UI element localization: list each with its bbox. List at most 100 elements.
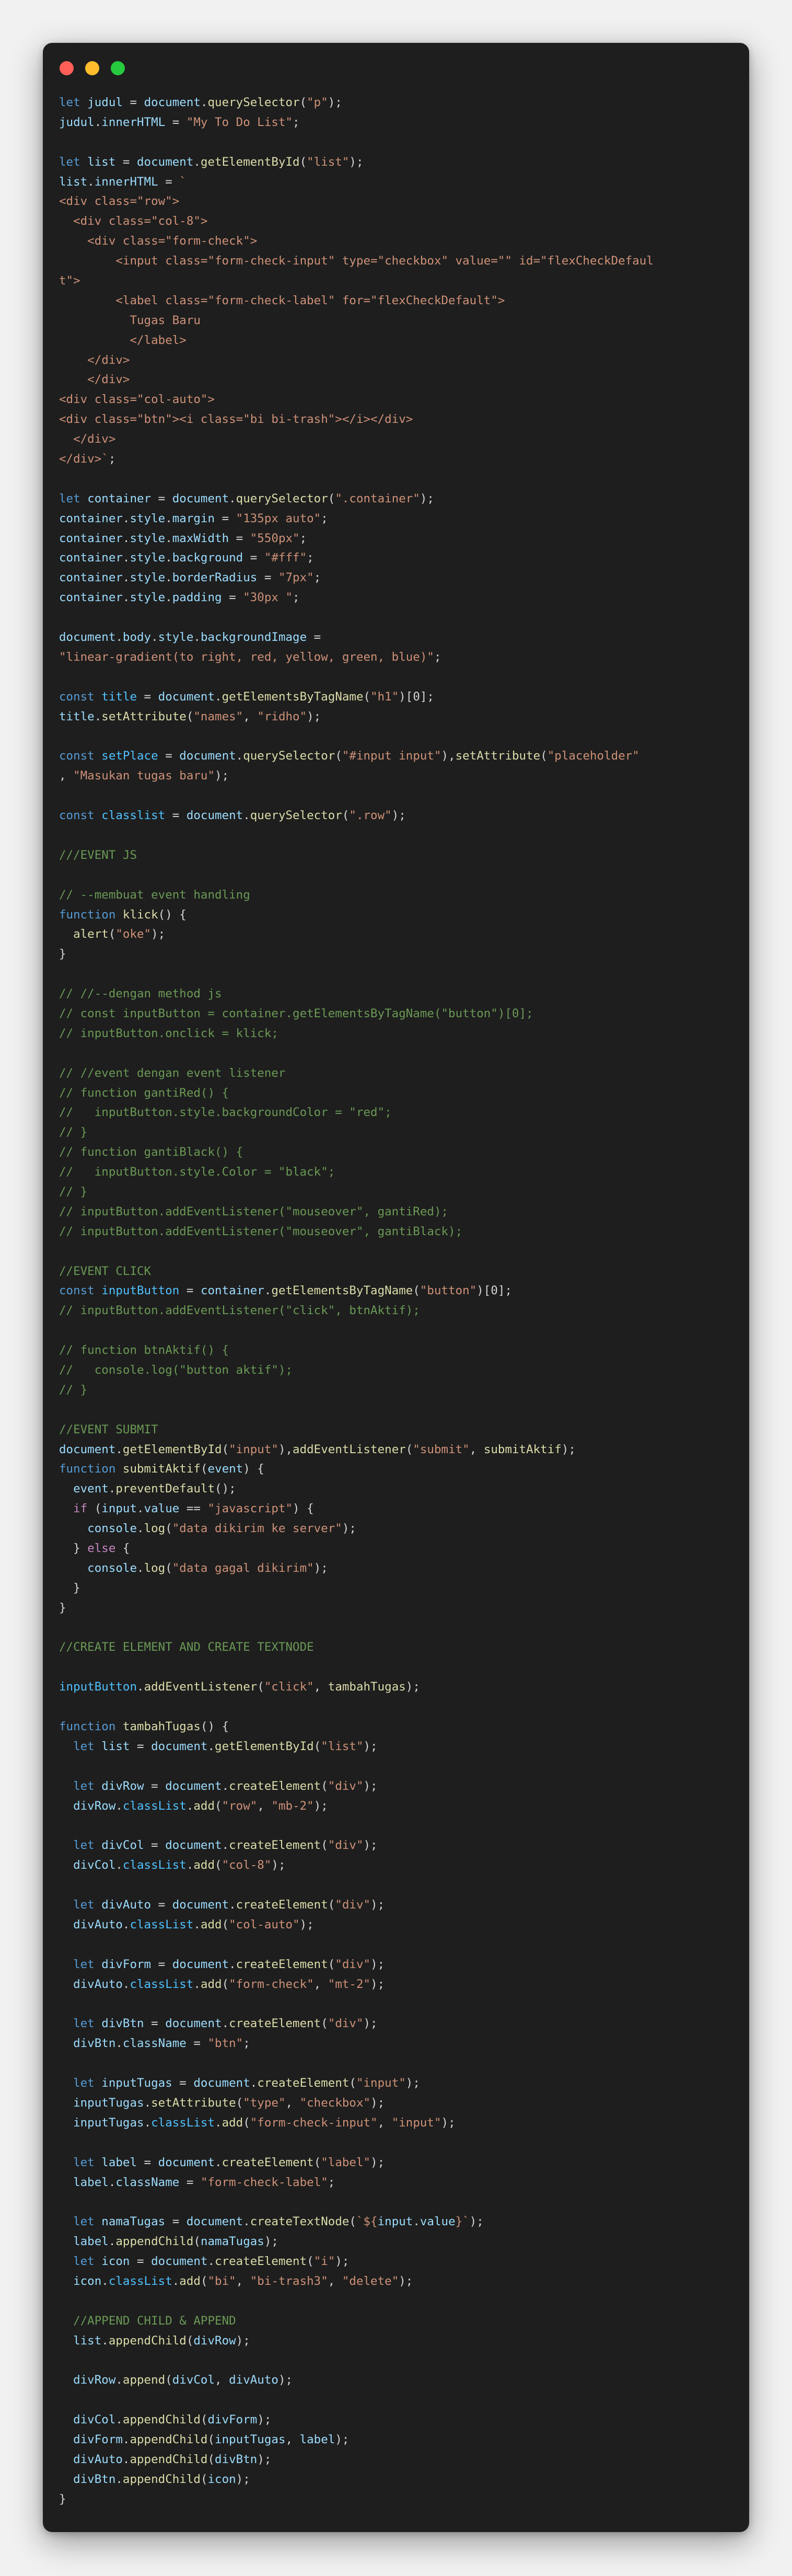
code-token: "submit" <box>413 1442 470 1456</box>
code-token: "550px" <box>250 531 300 545</box>
code-token: "div" <box>328 2017 364 2031</box>
code-token: "p" <box>307 96 328 109</box>
code-token: = <box>243 551 264 565</box>
code-line: function tambahTugas() { <box>59 1717 738 1737</box>
code-token: . <box>165 571 172 585</box>
code-token: = <box>307 630 321 645</box>
code-token: addEventListener <box>144 1680 258 1694</box>
code-token: ) { <box>293 1502 314 1516</box>
code-line: t"> <box>59 271 738 291</box>
code-token: submitAktif <box>122 1462 201 1476</box>
code-token: . <box>207 2255 215 2269</box>
code-token: container <box>59 511 123 525</box>
close-window-button[interactable] <box>60 61 74 75</box>
code-token: ( <box>328 1898 335 1912</box>
code-token: = <box>151 1898 172 1912</box>
code-token: { <box>115 1542 130 1556</box>
code-token: document <box>193 2076 250 2090</box>
code-token: // --membuat event handling <box>59 888 250 902</box>
code-token: ; <box>434 650 441 664</box>
code-token: ( <box>349 2076 356 2090</box>
code-token: . <box>115 2373 123 2387</box>
code-token: "div" <box>335 1898 371 1912</box>
code-line: </div>`; <box>59 450 738 469</box>
code-token: "col-8" <box>222 1858 272 1872</box>
code-token: backgroundImage <box>200 630 307 645</box>
code-line: alert("oke"); <box>59 925 738 945</box>
code-line: } else { <box>59 1539 738 1559</box>
code-token: ( <box>321 2017 328 2031</box>
code-line: divBtn.className = "btn"; <box>59 2034 738 2054</box>
code-token: judul <box>87 96 123 109</box>
code-line: document.body.style.backgroundImage = <box>59 628 738 648</box>
code-token: ), <box>278 1442 293 1456</box>
code-token: )[0]; <box>476 1284 512 1298</box>
code-token: ( <box>328 1957 335 1971</box>
code-line: divCol.classList.add("col-8"); <box>59 1856 738 1876</box>
code-token: label <box>73 2235 109 2249</box>
code-line: container.style.maxWidth = "550px"; <box>59 529 738 549</box>
code-token: ); <box>363 1779 378 1793</box>
code-line: // inputButton.style.Color = "black"; <box>59 1163 738 1182</box>
code-token: //EVENT SUBMIT <box>59 1422 158 1436</box>
code-token: classList <box>151 2115 215 2130</box>
code-token: ); <box>363 1838 378 1853</box>
code-token: document <box>172 1898 229 1912</box>
code-token: style <box>130 591 166 605</box>
code-token: "form-check" <box>229 1977 314 1991</box>
code-token: style <box>130 571 166 585</box>
maximize-window-button[interactable] <box>111 61 125 75</box>
code-token: . <box>222 1779 229 1793</box>
code-token: . <box>108 1482 116 1496</box>
code-line: let label = document.createElement("labe… <box>59 2153 738 2173</box>
code-token: "btn" <box>207 2037 243 2051</box>
code-token: preventDefault <box>115 1482 215 1496</box>
code-token: "mb-2" <box>271 1799 314 1813</box>
code-token: </div>` <box>59 452 109 466</box>
code-token: style <box>130 511 166 525</box>
code-line: // inputButton.addEventListener("mouseov… <box>59 1202 738 1222</box>
code-token: document <box>165 2017 222 2031</box>
code-editor: let judul = document.querySelector("p");… <box>59 93 738 2510</box>
code-line: divAuto.appendChild(divBtn); <box>59 2450 738 2470</box>
code-token: list <box>87 155 116 169</box>
code-line: const title = document.getElementsByTagN… <box>59 687 738 707</box>
code-token: getElementById <box>215 1739 314 1753</box>
code-token: divForm <box>73 2433 123 2447</box>
minimize-window-button[interactable] <box>85 61 99 75</box>
code-token: divCol <box>73 1858 116 1872</box>
code-token: ); <box>307 709 321 723</box>
code-token: ); <box>420 491 434 505</box>
code-token: "h1" <box>370 689 399 704</box>
code-token: divBtn <box>215 2452 258 2466</box>
code-token: = <box>186 2037 208 2051</box>
code-token: // inputButton.onclick = klick; <box>59 1026 278 1040</box>
code-line: list.appendChild(divRow); <box>59 2331 738 2351</box>
code-token: document <box>144 96 201 109</box>
code-line: // function gantiBlack() { <box>59 1143 738 1163</box>
code-token: append <box>122 2373 166 2387</box>
code-token: divAuto <box>229 2373 278 2387</box>
code-token: "linear-gradient(to right, red, yellow, … <box>59 650 434 664</box>
code-line: divForm.appendChild(inputTugas, label); <box>59 2430 738 2450</box>
code-token: ); <box>370 2096 385 2110</box>
code-token: </div> <box>59 432 116 446</box>
